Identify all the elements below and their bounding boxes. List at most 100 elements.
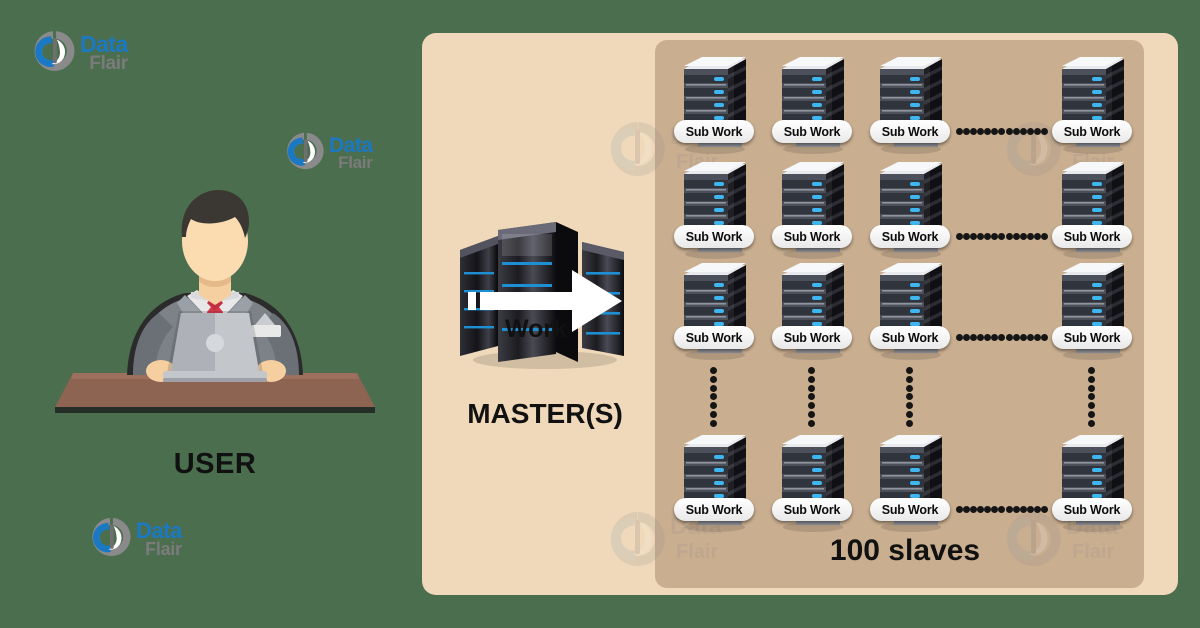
ellipsis-dot — [1026, 505, 1034, 513]
sub-work-label: Sub Work — [772, 225, 852, 248]
ellipsis-dot — [956, 232, 963, 240]
vertical-ellipsis — [905, 367, 913, 427]
ellipsis-dot — [998, 232, 1006, 240]
dataflair-logo-icon — [30, 28, 76, 79]
sub-work-label: Sub Work — [870, 326, 950, 349]
sub-work-label: Sub Work — [674, 225, 754, 248]
ellipsis-dot — [998, 333, 1006, 341]
ellipsis-dot — [1026, 127, 1034, 135]
ellipsis-dot — [905, 384, 913, 392]
ellipsis-dot — [1040, 505, 1048, 513]
ellipsis-dot — [970, 127, 978, 135]
ellipsis-dot — [984, 333, 992, 341]
ellipsis-dot — [1040, 333, 1048, 341]
slave-node[interactable]: Sub Work — [868, 55, 954, 155]
slave-node[interactable]: Sub Work — [868, 160, 954, 260]
ellipsis-dot — [807, 402, 815, 410]
logo-text-flair: Flair — [145, 539, 182, 560]
slave-node[interactable]: Sub Work — [672, 261, 758, 361]
ellipsis-dot — [1040, 232, 1048, 240]
sub-work-label: Sub Work — [772, 120, 852, 143]
ellipsis-dot — [998, 127, 1006, 135]
ellipsis-dot — [991, 333, 999, 341]
ellipsis-dot — [977, 505, 985, 513]
ellipsis-dot — [963, 232, 971, 240]
slave-node[interactable]: Sub Work — [1050, 160, 1136, 260]
vertical-ellipsis — [709, 367, 717, 427]
sub-work-label: Sub Work — [1052, 120, 1132, 143]
ellipsis-dot — [1019, 333, 1027, 341]
dataflair-logo-icon — [283, 130, 325, 177]
ellipsis-dot — [709, 393, 717, 401]
slave-node[interactable]: Sub Work — [868, 261, 954, 361]
ellipsis-dot — [1012, 505, 1020, 513]
ellipsis-dot — [905, 419, 913, 427]
ellipsis-dot — [1087, 384, 1095, 392]
ellipsis-dot — [709, 411, 717, 419]
slaves-count-label: 100 slaves — [829, 534, 981, 567]
ellipsis-dot — [1005, 127, 1013, 135]
slave-node[interactable]: Sub Work — [770, 160, 856, 260]
ellipsis-dot — [1087, 402, 1095, 410]
ellipsis-dot — [963, 505, 971, 513]
sub-work-label: Sub Work — [1052, 498, 1132, 521]
dataflair-logo-bottom-left: Data Flair — [88, 515, 182, 564]
logo-text-flair: Flair — [338, 153, 373, 173]
ellipsis-dot — [905, 402, 913, 410]
ellipsis-dot — [1019, 232, 1027, 240]
ellipsis-dot — [807, 384, 815, 392]
sub-work-label: Sub Work — [674, 326, 754, 349]
ellipsis-dot — [709, 419, 717, 427]
ellipsis-dot — [984, 505, 992, 513]
ellipsis-dot — [905, 375, 913, 383]
ellipsis-dot — [807, 367, 815, 374]
sub-work-label: Sub Work — [772, 498, 852, 521]
ellipsis-dot — [1005, 505, 1013, 513]
slave-node[interactable]: Sub Work — [1050, 55, 1136, 155]
ellipsis-dot — [709, 402, 717, 410]
horizontal-ellipsis — [956, 505, 1048, 513]
slave-node[interactable]: Sub Work — [672, 160, 758, 260]
ellipsis-dot — [1012, 232, 1020, 240]
ellipsis-dot — [956, 127, 963, 135]
ellipsis-dot — [807, 419, 815, 427]
slave-node[interactable]: Sub Work — [1050, 261, 1136, 361]
ellipsis-dot — [963, 333, 971, 341]
horizontal-ellipsis — [956, 232, 1048, 240]
horizontal-ellipsis — [956, 333, 1048, 341]
slave-node[interactable]: Sub Work — [770, 261, 856, 361]
vertical-ellipsis — [1087, 367, 1095, 427]
dataflair-logo-icon — [88, 515, 132, 564]
ellipsis-dot — [1012, 333, 1020, 341]
slave-node[interactable]: Sub Work — [672, 55, 758, 155]
ellipsis-dot — [956, 505, 963, 513]
sub-work-label: Sub Work — [870, 120, 950, 143]
ellipsis-dot — [1033, 333, 1041, 341]
ellipsis-dot — [905, 367, 913, 374]
diagram-canvas: Data Flair Data Flair Data Flair — [0, 0, 1200, 628]
ellipsis-dot — [1033, 505, 1041, 513]
slave-node[interactable]: Sub Work — [868, 433, 954, 533]
logo-text-flair: Flair — [89, 53, 128, 75]
logo-text-data: Data — [80, 31, 128, 58]
ellipsis-dot — [970, 333, 978, 341]
slave-node[interactable]: Sub Work — [672, 433, 758, 533]
ellipsis-dot — [1033, 232, 1041, 240]
slave-node[interactable]: Sub Work — [770, 55, 856, 155]
vertical-ellipsis — [807, 367, 815, 427]
ellipsis-dot — [977, 232, 985, 240]
ellipsis-dot — [709, 384, 717, 392]
slave-node[interactable]: Sub Work — [770, 433, 856, 533]
ellipsis-dot — [991, 127, 999, 135]
ellipsis-dot — [984, 232, 992, 240]
ellipsis-dot — [970, 232, 978, 240]
ellipsis-dot — [991, 505, 999, 513]
ellipsis-dot — [1005, 232, 1013, 240]
ellipsis-dot — [807, 375, 815, 383]
ellipsis-dot — [905, 393, 913, 401]
dataflair-logo-top-left: Data Flair — [30, 28, 128, 79]
sub-work-label: Sub Work — [674, 498, 754, 521]
slave-node[interactable]: Sub Work — [1050, 433, 1136, 533]
ellipsis-dot — [1026, 232, 1034, 240]
sub-work-label: Sub Work — [772, 326, 852, 349]
